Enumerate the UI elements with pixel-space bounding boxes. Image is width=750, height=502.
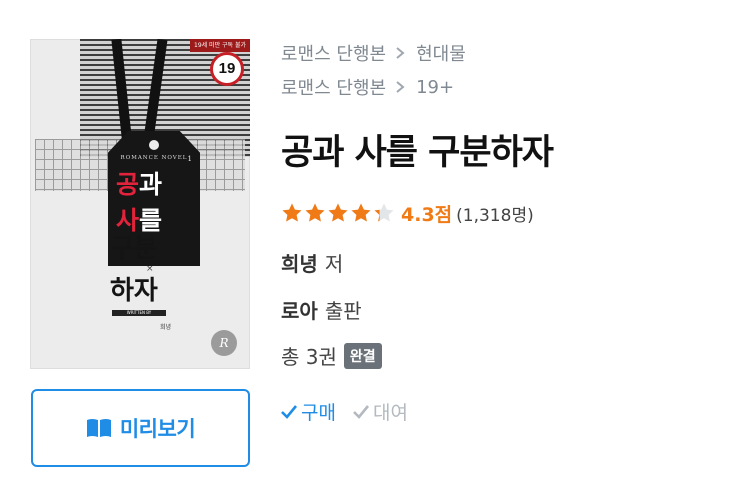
rent-option-label: 대여 (372, 402, 408, 424)
star-icon (351, 203, 371, 222)
rating-count: (1,318명) (456, 205, 534, 226)
breadcrumb: 로맨스 단행본 19+ (281, 74, 454, 100)
tag-title-line2: 사를 (116, 206, 163, 235)
breadcrumb-subcategory[interactable]: 현대물 (416, 40, 466, 66)
tag-title-line1: 공과 (116, 170, 163, 199)
cover-title-line4: 하자 (110, 276, 158, 306)
cover-author: 희녕 (160, 324, 172, 331)
check-icon (353, 404, 369, 419)
breadcrumb: 로맨스 단행본 현대물 (281, 41, 466, 65)
tag-subtitle: ROMANCE NOVEL (120, 155, 188, 161)
volume-count: 총 3권 (281, 345, 337, 369)
cover-title-line3: 구분 (110, 234, 158, 264)
rating[interactable]: 4.3점 (1,318명) (281, 200, 534, 226)
check-icon (281, 404, 298, 419)
chevron-right-icon (396, 47, 405, 59)
breadcrumb-subcategory[interactable]: 19+ (416, 77, 454, 98)
book-open-icon (86, 419, 111, 437)
star-icon (328, 203, 348, 222)
rent-option[interactable]: 대여 (352, 398, 408, 425)
breadcrumb-category[interactable]: 로맨스 단행본 (281, 74, 386, 100)
author-role: 저 (324, 252, 344, 276)
publisher-role: 출판 (324, 299, 362, 323)
book-title: 공과 사를 구분하자 (281, 133, 554, 173)
buy-option-label: 구매 (301, 402, 336, 424)
author-name-link[interactable]: 희녕 (281, 248, 318, 277)
book-cover[interactable]: 19세 미만 구독 불가 19 ROMANCE NOVEL 1 공과 사를 구분… (30, 39, 250, 369)
star-rating (281, 202, 395, 224)
buy-option[interactable]: 구매 (280, 398, 336, 425)
tag-hole (149, 140, 159, 150)
cover-written-by: WRITTEN BY (112, 310, 166, 316)
tag-volume-number: 1 (187, 155, 192, 163)
publisher-logo-icon: R (211, 330, 237, 356)
age-restriction-badge: 19 (210, 52, 244, 86)
star-icon (282, 203, 302, 222)
completed-badge: 완결 (343, 342, 382, 369)
chevron-right-icon (396, 81, 405, 93)
author-row: 희녕 저 (281, 248, 343, 277)
cover-multiply-sign: × (146, 264, 154, 274)
breadcrumb-category[interactable]: 로맨스 단행본 (281, 40, 386, 66)
rating-score: 4.3점 (401, 203, 453, 226)
publisher-name-link[interactable]: 로아 (281, 295, 318, 324)
star-icon (305, 203, 325, 222)
purchase-options: 구매 대여 (280, 398, 408, 425)
volumes-row: 총 3권 완결 (281, 341, 382, 370)
star-icon (374, 203, 394, 222)
cover-age-banner: 19세 미만 구독 불가 (190, 39, 250, 52)
preview-button[interactable]: 미리보기 (31, 389, 250, 467)
publisher-row: 로아 출판 (281, 295, 362, 324)
preview-button-label: 미리보기 (119, 417, 196, 441)
